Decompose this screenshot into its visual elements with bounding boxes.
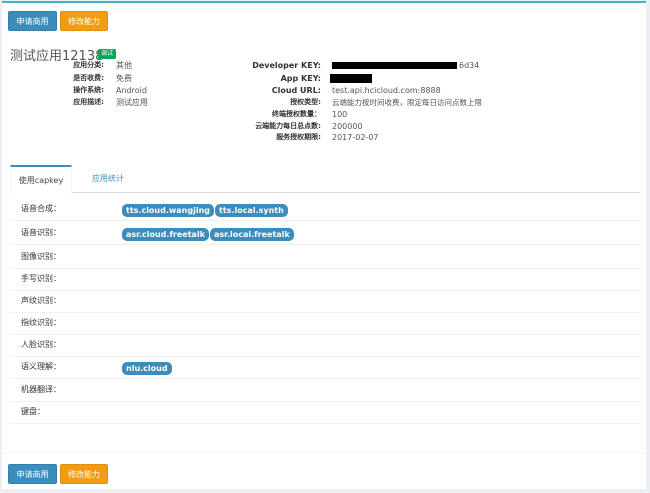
capability-label: 语义理解： bbox=[21, 362, 61, 371]
tab-bar: 使用capkey 应用统计 bbox=[10, 165, 640, 194]
info-label-app-key: App KEY: bbox=[280, 74, 321, 83]
info-label-daily-points: 云端能力每日总点数: bbox=[255, 122, 321, 130]
capability-label: 声纹识别： bbox=[21, 296, 61, 305]
capability-label: 人脸识别： bbox=[21, 340, 61, 349]
capability-row-voiceprint: 声纹识别： bbox=[10, 291, 640, 313]
info-value-cloud-url: test.api.hcicloud.com:8888 bbox=[332, 86, 441, 95]
capability-row-tts: 语音合成： tts.cloud.wangjing tts.local.synth bbox=[10, 199, 640, 221]
capkey-tag-tts-cloud[interactable]: tts.cloud.wangjing bbox=[122, 204, 215, 217]
modify-capability-button-bottom[interactable]: 修改能力 bbox=[60, 464, 108, 484]
capability-label: 手写识别： bbox=[21, 274, 61, 283]
capkey-tag-asr-cloud[interactable]: asr.cloud.freetalk bbox=[122, 228, 210, 241]
capability-row-asr: 语音识别： asr.cloud.freetalk asr.local.freet… bbox=[10, 223, 640, 245]
info-label-service-expiry: 服务授权期限: bbox=[276, 133, 321, 141]
tab-use-capkey[interactable]: 使用capkey bbox=[10, 165, 72, 194]
app-detail-panel: 申请商用 修改能力 测试应用12138 调试 应用分类: 其他 是否收费: 免费… bbox=[2, 1, 646, 489]
status-badge: 调试 bbox=[98, 49, 116, 59]
info-label-category: 应用分类: bbox=[73, 61, 104, 69]
capability-row-translation: 机器翻译： bbox=[10, 380, 640, 402]
capability-row-ocr: 图像识别： bbox=[10, 247, 640, 269]
capability-label: 机器翻译： bbox=[21, 385, 61, 394]
capkey-tag-nlu-cloud[interactable]: nlu.cloud bbox=[122, 362, 172, 375]
redacted-app-key bbox=[330, 74, 372, 83]
info-label-auth-type: 授权类型: bbox=[290, 98, 321, 106]
capability-row-handwriting: 手写识别： bbox=[10, 269, 640, 291]
capkey-tag-tts-local[interactable]: tts.local.synth bbox=[215, 204, 288, 217]
info-value-service-expiry: 2017-02-07 bbox=[332, 133, 379, 142]
capability-label: 语音合成： bbox=[21, 204, 61, 213]
capability-label: 语音识别： bbox=[21, 228, 61, 237]
info-label-cloud-url: Cloud URL: bbox=[271, 86, 321, 95]
redacted-developer-key bbox=[332, 62, 457, 69]
info-value-terminal-count: 100 bbox=[332, 110, 348, 119]
info-value-charge: 免费 bbox=[116, 74, 132, 83]
info-value-description: 测试应用 bbox=[116, 98, 148, 107]
capability-label: 键盘： bbox=[21, 407, 45, 416]
capability-label: 指纹识别： bbox=[21, 318, 61, 327]
info-label-description: 应用描述: bbox=[73, 98, 104, 106]
modify-capability-button[interactable]: 修改能力 bbox=[60, 11, 108, 31]
info-value-developer-key: 6d34 bbox=[459, 61, 480, 70]
capability-row-keyboard: 键盘： bbox=[10, 402, 640, 424]
info-label-developer-key: Developer KEY: bbox=[252, 61, 321, 70]
info-value-os: Android bbox=[116, 86, 147, 95]
tab-app-statistics[interactable]: 应用统计 bbox=[82, 165, 134, 193]
apply-commercial-button[interactable]: 申请商用 bbox=[8, 11, 57, 31]
info-value-category: 其他 bbox=[116, 61, 132, 70]
info-label-charge: 是否收费: bbox=[73, 74, 104, 82]
capkey-tag-asr-local[interactable]: asr.local.freetalk bbox=[210, 228, 294, 241]
footer-divider bbox=[2, 452, 646, 453]
apply-commercial-button-bottom[interactable]: 申请商用 bbox=[8, 464, 57, 484]
info-label-os: 操作系统: bbox=[73, 86, 104, 94]
info-value-daily-points: 200000 bbox=[332, 122, 363, 131]
capability-row-face: 人脸识别： bbox=[10, 335, 640, 357]
info-value-auth-type: 云端能力按时间收费，限定每日访问点数上限 bbox=[332, 98, 482, 107]
capability-label: 图像识别： bbox=[21, 252, 61, 261]
capability-row-fingerprint: 指纹识别： bbox=[10, 313, 640, 335]
info-label-terminal-count: 终端授权数量： bbox=[272, 110, 321, 118]
capability-row-nlu: 语义理解： nlu.cloud bbox=[10, 357, 640, 379]
